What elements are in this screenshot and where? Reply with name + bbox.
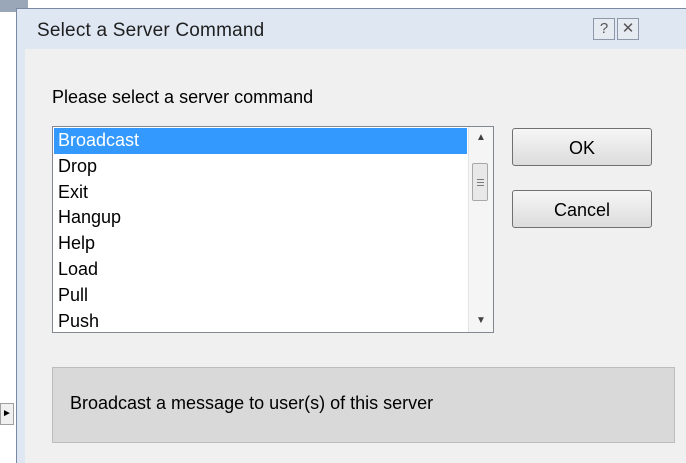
arrow-up-icon: ▲ (476, 132, 486, 143)
prompt-label: Please select a server command (52, 87, 314, 107)
grip-line (476, 184, 484, 186)
list-item-help[interactable]: Help (54, 231, 467, 257)
list-item-pull[interactable]: Pull (54, 283, 467, 309)
help-icon: ? (599, 20, 609, 37)
dialog-title: Select a Server Command (37, 20, 265, 41)
server-command-dialog: Select a Server Command ? ✕ Please selec… (16, 8, 686, 463)
dialog-body: Please select a server command Broadcast… (25, 49, 686, 463)
cancel-button[interactable]: Cancel (512, 190, 652, 228)
background-window (0, 0, 14, 463)
list-item-drop[interactable]: Drop (54, 154, 467, 180)
list-item-exit[interactable]: Exit (54, 180, 467, 206)
background-scroll-right-button[interactable]: ► (0, 403, 14, 425)
list-item-broadcast[interactable]: Broadcast (54, 128, 467, 154)
grip-line (476, 178, 484, 180)
arrow-right-icon: ► (2, 408, 12, 419)
scroll-down-button[interactable]: ▼ (469, 310, 493, 332)
help-button[interactable]: ? (593, 18, 615, 40)
command-description: Broadcast a message to user(s) of this s… (70, 393, 434, 413)
command-listbox[interactable]: Broadcast Drop Exit Hangup Help Load Pul… (52, 126, 494, 333)
vertical-scrollbar[interactable]: ▲ ▼ (468, 127, 493, 332)
screen: ► Select a Server Command ? ✕ Please sel… (0, 0, 686, 463)
list-item-load[interactable]: Load (54, 257, 467, 283)
scroll-up-button[interactable]: ▲ (469, 127, 493, 149)
title-bar[interactable]: Select a Server Command ? ✕ (17, 9, 686, 49)
description-panel: Broadcast a message to user(s) of this s… (52, 367, 675, 443)
close-button[interactable]: ✕ (617, 18, 639, 40)
arrow-down-icon: ▼ (476, 315, 486, 326)
grip-line (476, 181, 484, 183)
close-icon: ✕ (621, 20, 635, 37)
list-item-hangup[interactable]: Hangup (54, 205, 467, 231)
ok-button[interactable]: OK (512, 128, 652, 166)
scrollbar-thumb[interactable] (472, 163, 488, 201)
command-list: Broadcast Drop Exit Hangup Help Load Pul… (54, 128, 467, 332)
list-item-push[interactable]: Push (54, 309, 467, 332)
